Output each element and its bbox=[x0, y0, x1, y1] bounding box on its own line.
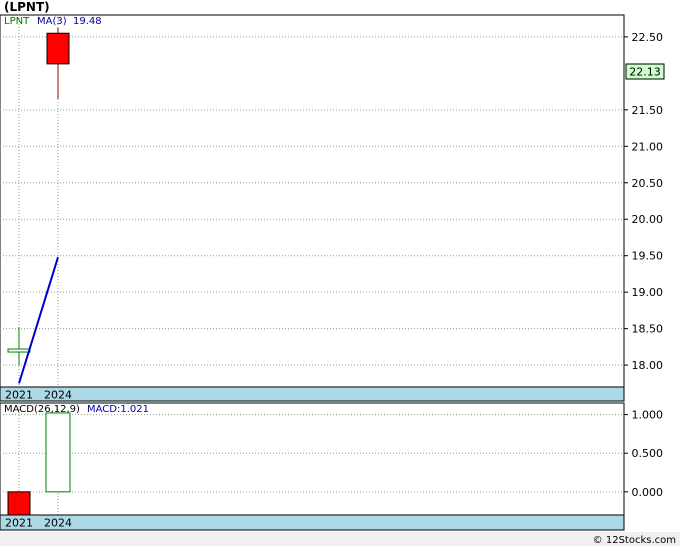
candle-body bbox=[7, 348, 31, 353]
stock-chart: (LPNT) LPNT MA(3) 19.48 2021 2024 18.0018… bbox=[0, 0, 680, 546]
legend-macd-value: MACD:1.021 bbox=[87, 404, 149, 415]
price-x-label: 2024 bbox=[44, 389, 72, 402]
last-price-tag: 22.13 bbox=[625, 63, 665, 80]
footer-credit: © 12Stocks.com bbox=[593, 535, 676, 546]
macd-bar bbox=[7, 491, 31, 516]
macd-y-labels: 0.000 0.500 1.000 bbox=[624, 409, 663, 499]
price-ytick-label: 21.00 bbox=[632, 140, 664, 153]
price-ytick-label: 20.00 bbox=[632, 213, 664, 226]
price-y-labels: 18.00 18.50 19.00 19.50 20.00 20.50 21.00 21.50… bbox=[624, 31, 663, 372]
price-ytick-label: 18.50 bbox=[632, 323, 664, 336]
macd-bar bbox=[45, 412, 71, 493]
price-ytick-label: 19.00 bbox=[632, 286, 664, 299]
last-price-text: 22.13 bbox=[629, 66, 661, 79]
legend-ma-value: 19.48 bbox=[73, 16, 102, 27]
price-panel bbox=[0, 14, 625, 402]
price-ytick-label: 18.00 bbox=[632, 359, 664, 372]
price-ytick-label: 19.50 bbox=[632, 250, 664, 263]
macd-ytick-label: 0.500 bbox=[632, 447, 664, 460]
footer-bar bbox=[0, 532, 680, 546]
chart-title: (LPNT) bbox=[4, 0, 50, 14]
macd-ytick-label: 1.000 bbox=[632, 409, 664, 422]
price-xaxis-band bbox=[0, 386, 625, 402]
price-ytick-label: 21.50 bbox=[632, 104, 664, 117]
macd-x-label: 2024 bbox=[44, 517, 72, 530]
candle-body bbox=[46, 32, 70, 65]
macd-panel bbox=[0, 402, 625, 531]
price-x-label: 2021 bbox=[5, 389, 33, 402]
legend-symbol: LPNT bbox=[4, 16, 30, 27]
price-ytick-label: 22.50 bbox=[632, 31, 664, 44]
macd-x-label: 2021 bbox=[5, 517, 33, 530]
price-ytick-label: 20.50 bbox=[632, 177, 664, 190]
legend-ma-label: MA(3) bbox=[37, 16, 67, 27]
macd-ytick-label: 0.000 bbox=[632, 486, 664, 499]
macd-xaxis-band bbox=[0, 514, 625, 531]
